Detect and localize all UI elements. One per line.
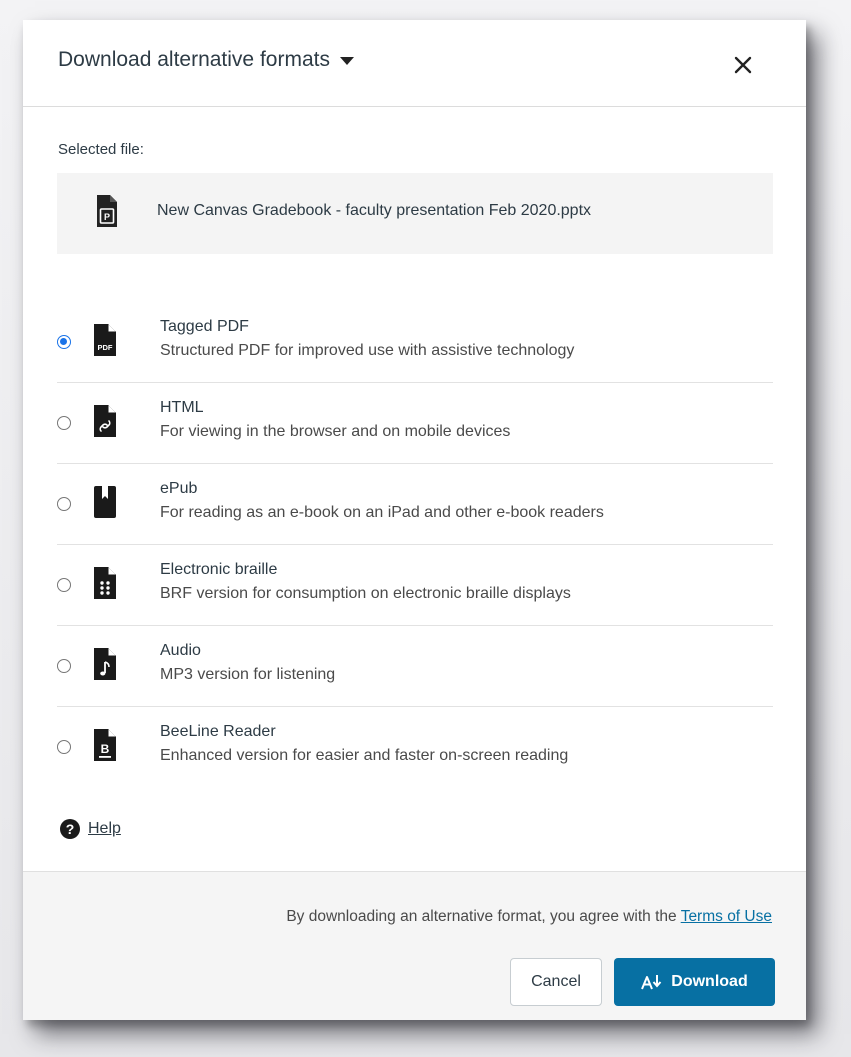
format-name: Tagged PDF [160,318,249,335]
radio-audio[interactable] [57,659,71,673]
format-description: MP3 version for listening [160,666,336,683]
svg-text:B: B [101,742,110,756]
help-link-group[interactable]: ? Help [60,819,121,839]
format-option-html[interactable]: HTML For viewing in the browser and on m… [57,383,773,464]
format-option-electronic-braille[interactable]: Electronic braille BRF version for consu… [57,545,773,626]
radio-beeline-reader[interactable] [57,740,71,754]
format-name: ePub [160,480,198,497]
terms-agreement-text: By downloading an alternative format, yo… [286,908,772,926]
audio-note-icon [94,648,116,680]
svg-text:?: ? [66,821,75,837]
pptx-file-icon: P [97,195,117,227]
selected-file-name: New Canvas Gradebook - faculty presentat… [157,202,592,219]
cancel-button[interactable]: Cancel [510,958,602,1006]
beeline-icon: B [94,729,116,761]
format-option-epub[interactable]: ePub For reading as an e-book on an iPad… [57,464,773,545]
help-icon: ? [60,819,80,839]
dialog-header: Download alternative formats [23,20,806,107]
radio-electronic-braille[interactable] [57,578,71,592]
format-name: Electronic braille [160,561,278,578]
radio-tagged-pdf[interactable] [57,335,71,349]
help-link[interactable]: Help [88,820,121,838]
dialog-footer: By downloading an alternative format, yo… [23,871,806,1020]
format-description: For reading as an e-book on an iPad and … [160,504,604,521]
format-description: Enhanced version for easier and faster o… [160,747,569,764]
radio-html[interactable] [57,416,71,430]
terms-of-use-link[interactable]: Terms of Use [681,908,772,925]
format-option-audio[interactable]: Audio MP3 version for listening [57,626,773,707]
download-alternative-formats-dialog: Download alternative formats Selected fi… [23,20,806,1020]
braille-icon [94,567,116,599]
svg-text:PDF: PDF [98,343,113,352]
close-icon [734,56,752,74]
pdf-file-icon: PDF [94,324,116,356]
format-option-tagged-pdf[interactable]: PDF Tagged PDF Structured PDF for improv… [57,302,773,383]
format-description: BRF version for consumption on electroni… [160,585,571,602]
svg-text:P: P [104,212,110,222]
agreement-text: By downloading an alternative format, yo… [286,908,681,925]
format-list: PDF Tagged PDF Structured PDF for improv… [57,302,773,788]
format-name: BeeLine Reader [160,723,276,740]
selected-file-box: P New Canvas Gradebook - faculty present… [57,173,773,254]
dialog-title: Download alternative formats [58,48,330,71]
format-option-beeline-reader[interactable]: B BeeLine Reader Enhanced version for ea… [57,707,773,788]
download-icon [641,974,663,990]
format-name: Audio [160,642,201,659]
selected-file-label: Selected file: [58,141,144,158]
close-button[interactable] [726,48,760,82]
format-name: HTML [160,399,204,416]
html-link-icon [94,405,116,437]
title-dropdown[interactable]: Download alternative formats [58,47,354,73]
caret-down-icon [339,57,354,65]
download-button[interactable]: Download [614,958,775,1006]
format-description: For viewing in the browser and on mobile… [160,423,511,440]
epub-book-icon [94,486,116,518]
download-label: Download [671,973,748,990]
format-description: Structured PDF for improved use with ass… [160,342,575,359]
radio-epub[interactable] [57,497,71,511]
